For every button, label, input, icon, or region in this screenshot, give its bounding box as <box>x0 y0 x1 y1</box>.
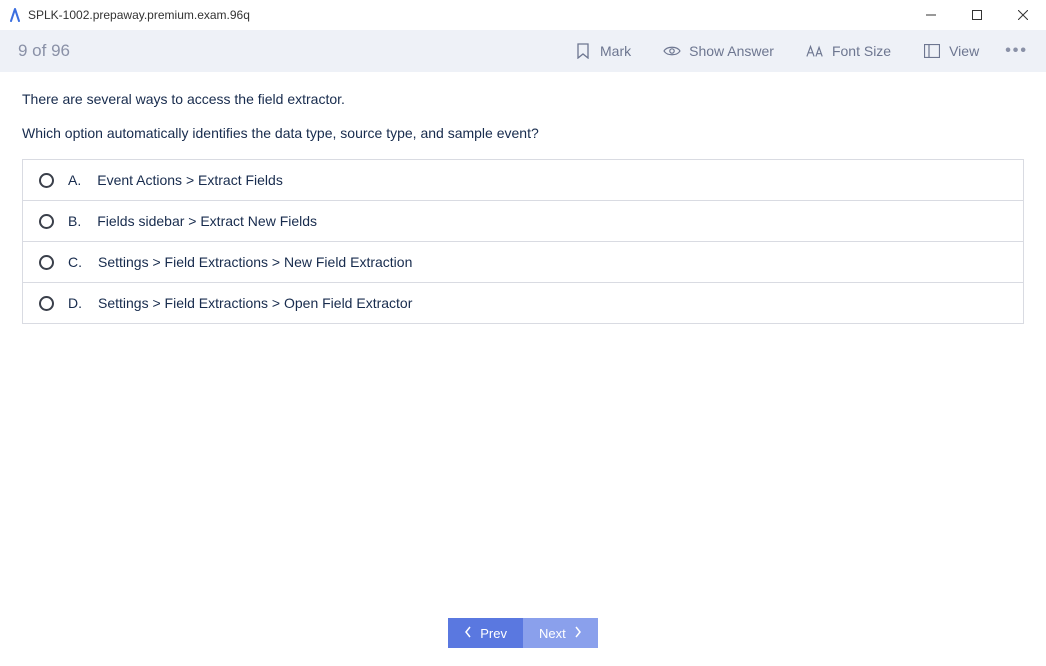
option-c[interactable]: C. Settings > Field Extractions > New Fi… <box>23 242 1023 283</box>
prev-button[interactable]: Prev <box>448 618 523 648</box>
view-label: View <box>949 43 979 59</box>
footer-nav: Prev Next <box>0 618 1046 648</box>
option-text: Settings > Field Extractions > New Field… <box>98 254 412 270</box>
show-answer-button[interactable]: Show Answer <box>647 42 790 60</box>
close-button[interactable] <box>1000 0 1046 30</box>
radio-icon <box>39 173 54 188</box>
view-button[interactable]: View <box>907 42 995 60</box>
option-text: Event Actions > Extract Fields <box>97 172 283 188</box>
mark-label: Mark <box>600 43 631 59</box>
more-icon: ••• <box>1005 42 1028 59</box>
option-text: Fields sidebar > Extract New Fields <box>97 213 317 229</box>
window-titlebar: SPLK-1002.prepaway.premium.exam.96q <box>0 0 1046 30</box>
font-size-icon <box>806 42 824 60</box>
question-line-2: Which option automatically identifies th… <box>22 124 1024 144</box>
next-label: Next <box>539 626 566 641</box>
app-icon <box>8 8 22 22</box>
option-letter: D. <box>68 295 82 311</box>
option-b[interactable]: B. Fields sidebar > Extract New Fields <box>23 201 1023 242</box>
bookmark-icon <box>574 42 592 60</box>
more-button[interactable]: ••• <box>995 42 1046 60</box>
option-a[interactable]: A. Event Actions > Extract Fields <box>23 160 1023 201</box>
option-d[interactable]: D. Settings > Field Extractions > Open F… <box>23 283 1023 323</box>
minimize-button[interactable] <box>908 0 954 30</box>
mark-button[interactable]: Mark <box>558 42 647 60</box>
option-text: Settings > Field Extractions > Open Fiel… <box>98 295 412 311</box>
view-icon <box>923 42 941 60</box>
window-title: SPLK-1002.prepaway.premium.exam.96q <box>28 8 250 22</box>
chevron-left-icon <box>464 626 472 641</box>
question-area: There are several ways to access the fie… <box>0 72 1046 324</box>
question-text: There are several ways to access the fie… <box>22 90 1024 143</box>
options-list: A. Event Actions > Extract Fields B. Fie… <box>22 159 1024 324</box>
toolbar: 9 of 96 Mark Show Answer Font Size View … <box>0 30 1046 72</box>
font-size-button[interactable]: Font Size <box>790 42 907 60</box>
progress-indicator: 9 of 96 <box>18 41 70 61</box>
radio-icon <box>39 255 54 270</box>
eye-icon <box>663 42 681 60</box>
question-line-1: There are several ways to access the fie… <box>22 90 1024 110</box>
font-size-label: Font Size <box>832 43 891 59</box>
next-button[interactable]: Next <box>523 618 598 648</box>
show-answer-label: Show Answer <box>689 43 774 59</box>
option-letter: A. <box>68 172 81 188</box>
chevron-right-icon <box>574 626 582 641</box>
radio-icon <box>39 214 54 229</box>
window-controls <box>908 0 1046 30</box>
prev-label: Prev <box>480 626 507 641</box>
radio-icon <box>39 296 54 311</box>
option-letter: B. <box>68 213 81 229</box>
option-letter: C. <box>68 254 82 270</box>
maximize-button[interactable] <box>954 0 1000 30</box>
